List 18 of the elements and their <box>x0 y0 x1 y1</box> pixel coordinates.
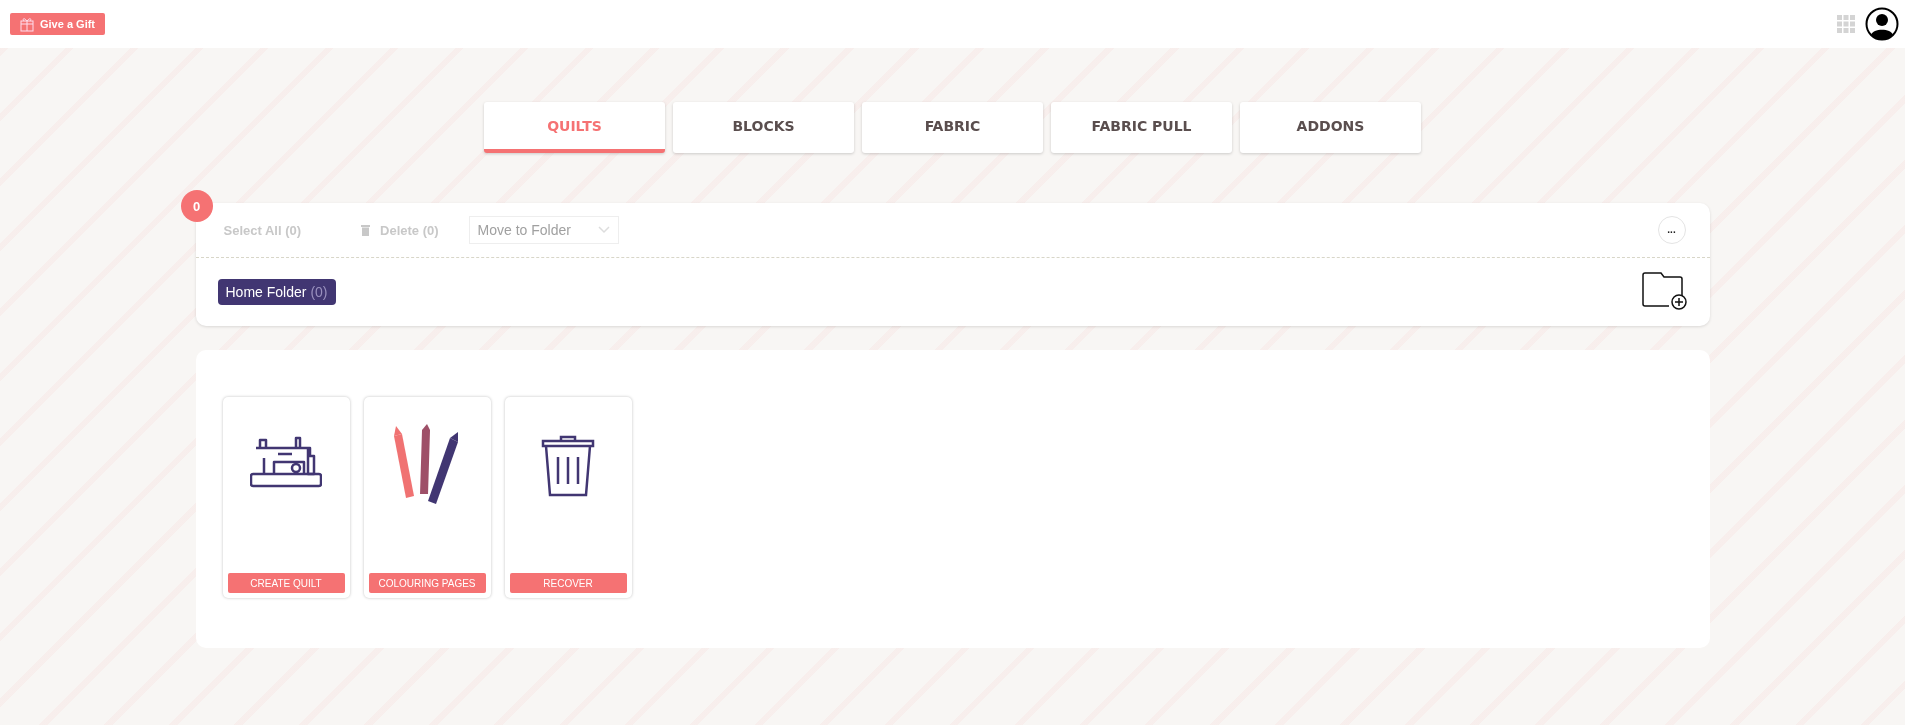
give-gift-button[interactable]: Give a Gift <box>10 13 106 35</box>
tab[interactable]: ADDONS <box>1240 102 1421 153</box>
tab[interactable]: FABRIC PULL <box>1051 102 1232 153</box>
card-button[interactable]: RECOVER <box>509 573 627 593</box>
new-folder-icon[interactable] <box>1641 272 1688 312</box>
tab[interactable]: BLOCKS <box>673 102 854 153</box>
trash-can-icon <box>541 433 595 497</box>
gift-icon <box>20 16 34 32</box>
count-badge: 0 <box>180 190 213 222</box>
card-button[interactable]: CREATE QUILT <box>227 573 345 593</box>
move-to-folder-field[interactable]: Move to Folder <box>468 216 619 244</box>
tab[interactable]: FABRIC <box>862 102 1043 153</box>
trash-icon <box>361 224 371 236</box>
user-avatar-icon[interactable] <box>1865 7 1899 41</box>
card-button[interactable]: COLOURING PAGES <box>368 573 486 593</box>
folder-chip[interactable]: Home Folder (0) <box>217 279 336 305</box>
more-button[interactable]: ... <box>1657 216 1686 244</box>
tab[interactable]: QUILTS <box>484 102 665 153</box>
